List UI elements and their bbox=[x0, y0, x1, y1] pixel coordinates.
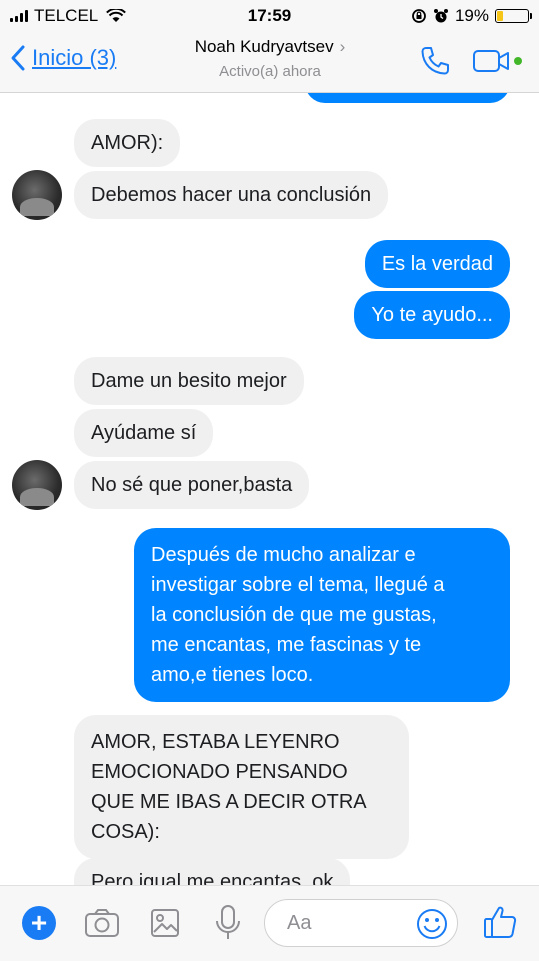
message-bubble-outgoing: Yo te ayudo... bbox=[354, 291, 510, 339]
message-line: investigar sobre el tema, llegué a bbox=[151, 574, 445, 596]
back-chevron-icon bbox=[11, 45, 25, 71]
camera-icon[interactable] bbox=[84, 908, 120, 938]
message-line: me encantas, me fascinas y te bbox=[151, 634, 422, 656]
message-bubble-incoming: Ayúdame sí bbox=[74, 409, 214, 457]
message-text: AMOR): bbox=[91, 132, 164, 154]
photo-icon[interactable] bbox=[150, 908, 180, 938]
avatar[interactable] bbox=[12, 460, 62, 510]
emoji-icon[interactable] bbox=[415, 907, 449, 941]
message-bubble-incoming: AMOR, ESTABA LEYENRO EMOCIONADO PENSANDO… bbox=[74, 715, 409, 859]
message-line: QUE ME IBAS A DECIR OTRA bbox=[91, 791, 367, 813]
back-button[interactable]: Inicio (3) bbox=[10, 44, 116, 72]
message-line: AMOR, ESTABA LEYENRO bbox=[91, 731, 340, 753]
message-input[interactable]: Aa bbox=[264, 899, 458, 947]
message-line: la conclusión de que me gustas, bbox=[151, 604, 437, 626]
phone-icon[interactable] bbox=[418, 44, 452, 78]
message-bubble-outgoing: Después de mucho analizar e investigar s… bbox=[134, 528, 510, 702]
thumbs-up-icon[interactable] bbox=[482, 904, 518, 940]
back-label[interactable]: Inicio (3) bbox=[32, 45, 116, 71]
status-bar: TELCEL 17:59 19% bbox=[0, 0, 539, 32]
message-bubble-incoming: AMOR): bbox=[74, 119, 181, 167]
chevron-right-icon: › bbox=[339, 37, 346, 56]
message-thread[interactable]: AMOR): Debemos hacer una conclusión Es l… bbox=[0, 93, 539, 885]
message-bubble-outgoing: Es la verdad bbox=[364, 240, 510, 288]
message-bubble-incoming: Debemos hacer una conclusión bbox=[74, 171, 389, 219]
alarm-icon bbox=[433, 9, 448, 23]
contact-status: Activo(a) ahora bbox=[219, 63, 321, 80]
plus-icon[interactable]: + bbox=[22, 906, 56, 940]
message-line: Después de mucho analizar e bbox=[151, 544, 416, 566]
conversation-header: Inicio (3) Noah Kudryavtsev › Activo(a) a… bbox=[0, 32, 539, 93]
composer-bar: + Aa bbox=[0, 885, 539, 961]
battery-fill bbox=[497, 11, 503, 21]
message-text: No sé que poner,basta bbox=[91, 474, 293, 496]
message-text: Debemos hacer una conclusión bbox=[91, 184, 372, 206]
message-bubble-partial bbox=[305, 93, 510, 103]
avatar[interactable] bbox=[12, 170, 62, 220]
message-bubble-incoming: No sé que poner,basta bbox=[74, 461, 310, 509]
message-line: EMOCIONADO PENSANDO bbox=[91, 761, 348, 783]
message-placeholder: Aa bbox=[287, 912, 312, 934]
contact-name[interactable]: Noah Kudryavtsev bbox=[195, 37, 334, 56]
message-text: Ayúdame sí bbox=[91, 422, 197, 444]
battery-percent: 19% bbox=[454, 6, 489, 25]
message-text: Yo te ayudo... bbox=[371, 304, 493, 326]
battery-icon bbox=[495, 9, 532, 23]
contact-info[interactable]: Noah Kudryavtsev › Activo(a) ahora bbox=[140, 37, 400, 80]
message-bubble-incoming: Pero igual me encantas, ok bbox=[74, 858, 351, 885]
microphone-icon[interactable] bbox=[214, 904, 242, 942]
status-right: 19% bbox=[411, 6, 532, 26]
message-text: Es la verdad bbox=[381, 253, 493, 275]
message-text: Dame un besito mejor bbox=[91, 370, 287, 392]
message-text: Pero igual me encantas, ok bbox=[91, 871, 334, 885]
message-line: amo,e tienes loco. bbox=[151, 664, 314, 686]
online-indicator bbox=[514, 57, 522, 65]
lock-rotation-icon bbox=[412, 9, 426, 23]
message-line: COSA): bbox=[91, 821, 160, 843]
video-camera-icon[interactable] bbox=[472, 48, 512, 74]
message-bubble-incoming: Dame un besito mejor bbox=[74, 357, 304, 405]
